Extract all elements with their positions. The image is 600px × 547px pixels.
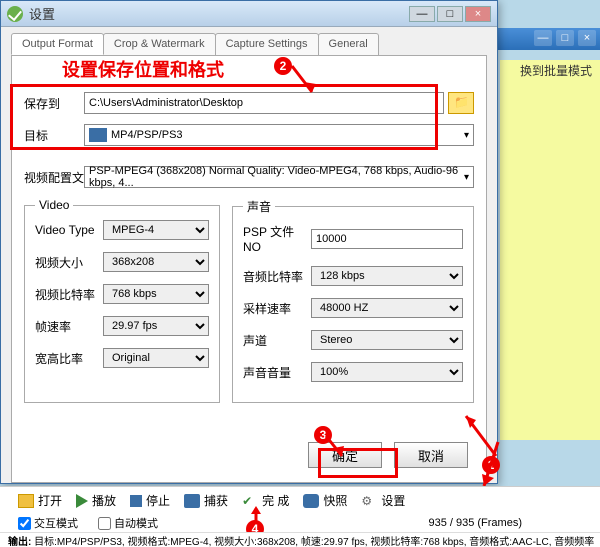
ok-button[interactable]: 确定 (308, 442, 382, 468)
output-bar: 输出: 目标:MP4/PSP/PS3, 视频格式:MPEG-4, 视频大小:36… (0, 532, 600, 547)
snapshot-button[interactable]: 快照 (303, 492, 347, 509)
capture-button[interactable]: 捕获 (184, 492, 228, 509)
psp-fileno-label: PSP 文件NO (243, 223, 311, 254)
video-aspect-select[interactable]: Original (103, 348, 209, 368)
channel-select[interactable]: Stereo (311, 330, 463, 350)
close-button[interactable]: × (465, 6, 491, 22)
annotation-1: 1 (482, 456, 500, 474)
stop-button[interactable]: 停止 (130, 492, 170, 509)
tab-crop-watermark[interactable]: Crop & Watermark (103, 33, 216, 55)
profile-combo[interactable]: PSP-MPEG4 (368x208) Normal Quality: Vide… (84, 166, 474, 188)
video-fieldset: Video Video TypeMPEG-4 视频大小368x208 视频比特率… (24, 198, 220, 403)
annotation-3: 3 (314, 426, 332, 444)
target-combo[interactable]: MP4/PSP/PS3 ▾ (84, 124, 474, 146)
volume-select[interactable]: 100% (311, 362, 463, 382)
output-label: 输出: (8, 537, 31, 547)
volume-label: 声音音量 (243, 364, 311, 381)
bg-close-button[interactable]: × (578, 30, 596, 46)
save-to-label: 保存到 (24, 95, 84, 112)
background-content (500, 60, 600, 440)
tabs: Output Format Crop & Watermark Capture S… (1, 27, 497, 55)
tab-capture-settings[interactable]: Capture Settings (215, 33, 319, 55)
done-button[interactable]: ✔完 成 (242, 492, 289, 509)
output-text: 目标:MP4/PSP/PS3, 视频格式:MPEG-4, 视频大小:368x20… (34, 537, 594, 547)
stop-icon (130, 495, 142, 507)
video-size-select[interactable]: 368x208 (103, 252, 209, 272)
settings-button[interactable]: ⚙设置 (361, 492, 405, 509)
bg-minimize-button[interactable]: — (534, 30, 552, 46)
video-aspect-label: 宽高比率 (35, 350, 103, 367)
dialog-title: 设置 (29, 4, 409, 23)
sample-rate-label: 采样速率 (243, 300, 311, 317)
folder-icon (18, 494, 34, 508)
target-value: MP4/PSP/PS3 (111, 129, 183, 141)
play-icon (76, 494, 88, 508)
check-icon: ✔ (242, 494, 258, 508)
interactive-mode-checkbox[interactable]: 交互模式 (18, 515, 78, 531)
titlebar: 设置 — □ × (1, 1, 497, 27)
cancel-button[interactable]: 取消 (394, 442, 468, 468)
audio-bitrate-label: 音频比特率 (243, 268, 311, 285)
maximize-button[interactable]: □ (437, 6, 463, 22)
channel-label: 声道 (243, 332, 311, 349)
chevron-down-icon: ▾ (464, 172, 469, 183)
video-bitrate-select[interactable]: 768 kbps (103, 284, 209, 304)
bg-maximize-button[interactable]: □ (556, 30, 574, 46)
target-row: 目标 MP4/PSP/PS3 ▾ (24, 124, 474, 146)
minimize-button[interactable]: — (409, 6, 435, 22)
tab-output-format[interactable]: Output Format (11, 33, 104, 55)
open-button[interactable]: 打开 (18, 492, 62, 509)
dialog-buttons: 确定 取消 (308, 442, 468, 468)
audio-bitrate-select[interactable]: 128 kbps (311, 266, 463, 286)
audio-fieldset: 声音 PSP 文件NO 音频比特率128 kbps 采样速率48000 HZ 声… (232, 198, 474, 403)
chevron-down-icon: ▾ (464, 130, 469, 141)
video-legend: Video (35, 198, 73, 212)
settings-dialog: 设置 — □ × Output Format Crop & Watermark … (0, 0, 498, 484)
status-row: 交互模式 自动模式 935 / 935 (Frames) (0, 514, 600, 532)
batch-mode-label[interactable]: 换到批量模式 (520, 62, 592, 79)
audio-legend: 声音 (243, 198, 275, 215)
tab-body: 设置保存位置和格式 保存到 目标 MP4/PSP/PS3 ▾ 视频配置文 PSP… (11, 55, 487, 483)
auto-mode-checkbox[interactable]: 自动模式 (98, 515, 158, 531)
profile-value: PSP-MPEG4 (368x208) Normal Quality: Vide… (89, 165, 464, 189)
psp-fileno-input[interactable] (311, 229, 463, 249)
video-type-label: Video Type (35, 223, 103, 237)
profile-label: 视频配置文 (24, 169, 84, 186)
target-label: 目标 (24, 127, 84, 144)
sample-rate-select[interactable]: 48000 HZ (311, 298, 463, 318)
play-button[interactable]: 播放 (76, 492, 116, 509)
background-window-titlebar: — □ × (480, 28, 600, 50)
browse-button[interactable] (448, 92, 474, 114)
save-to-row: 保存到 (24, 92, 474, 114)
profile-row: 视频配置文 PSP-MPEG4 (368x208) Normal Quality… (24, 166, 474, 188)
video-size-label: 视频大小 (35, 254, 103, 271)
frames-status: 935 / 935 (Frames) (428, 517, 522, 529)
bottom-toolbar: 打开 播放 停止 捕获 ✔完 成 快照 ⚙设置 (0, 486, 600, 514)
snapshot-icon (303, 494, 319, 508)
video-bitrate-label: 视频比特率 (35, 286, 103, 303)
gear-icon: ⚙ (361, 494, 377, 508)
save-path-input[interactable] (84, 92, 444, 114)
video-fps-select[interactable]: 29.97 fps (103, 316, 209, 336)
annotation-text: 设置保存位置和格式 (62, 56, 224, 82)
target-format-icon (89, 128, 107, 142)
app-icon (7, 6, 23, 22)
camera-icon (184, 494, 200, 508)
video-type-select[interactable]: MPEG-4 (103, 220, 209, 240)
video-fps-label: 帧速率 (35, 318, 103, 335)
tab-general[interactable]: General (318, 33, 379, 55)
annotation-2: 2 (274, 57, 292, 75)
